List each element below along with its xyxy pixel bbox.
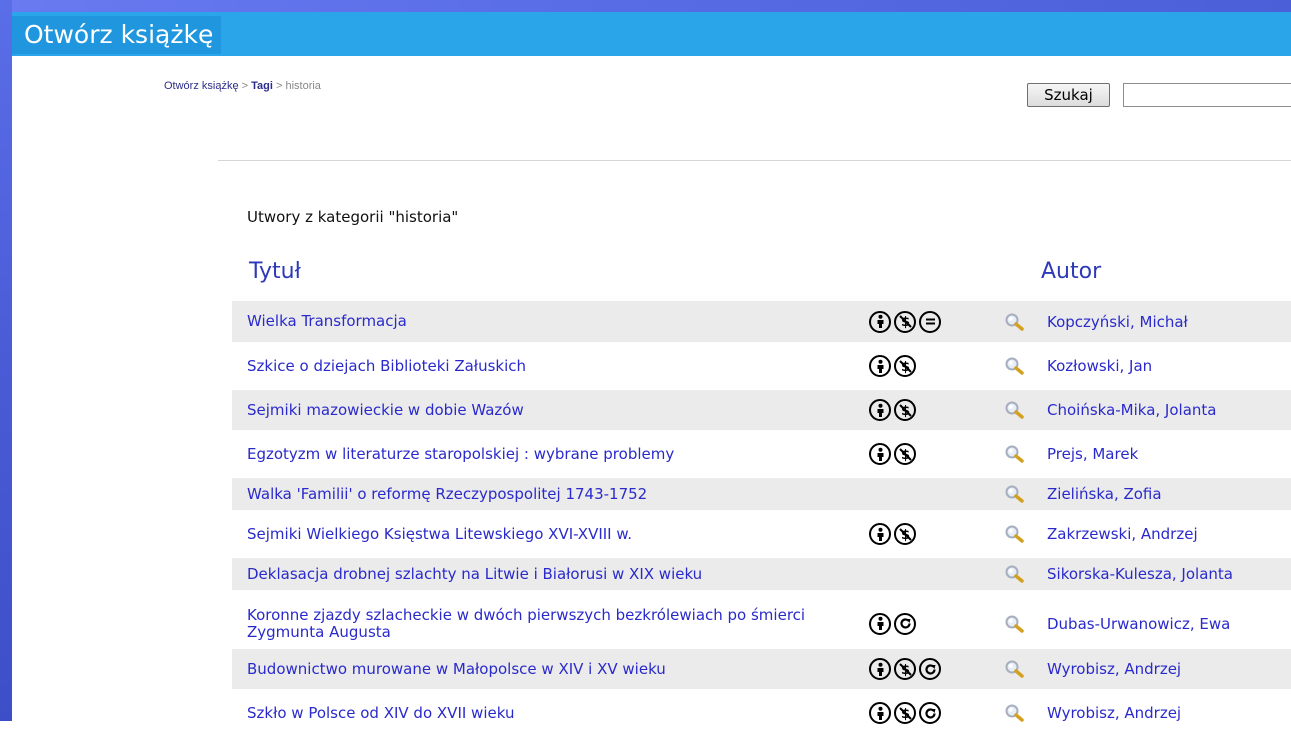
table-row: Egzotyzm w literaturze staropolskiej : w… [232, 434, 1291, 474]
book-title-link[interactable]: Sejmiki mazowieckie w dobie Wazów [247, 401, 887, 419]
author-link[interactable]: Zakrzewski, Andrzej [1047, 525, 1198, 543]
cc-nc-icon[interactable]: $ [894, 355, 916, 377]
book-title-link[interactable]: Wielka Transformacja [247, 313, 887, 330]
table-row: Sejmiki mazowieckie w dobie Wazów $ Choińs… [232, 390, 1291, 430]
book-title-link[interactable]: Walka 'Familii' o reformę Rzeczypospolit… [247, 485, 887, 503]
cc-by-icon[interactable] [869, 523, 891, 545]
column-header-title[interactable]: Tytuł [249, 259, 301, 284]
book-title-link[interactable]: Koronne zjazdy szlacheckie w dwóch pierw… [247, 606, 887, 641]
book-title-link[interactable]: Szkice o dziejach Biblioteki Załuskich [247, 357, 887, 375]
cc-by-icon[interactable] [869, 355, 891, 377]
table-row: Deklasacja drobnej szlachty na Litwie i … [232, 558, 1291, 590]
cc-nc-icon[interactable]: $ [894, 443, 916, 465]
author-link[interactable]: Wyrobisz, Andrzej [1047, 660, 1181, 678]
cc-nc-icon[interactable]: $ [894, 658, 916, 680]
breadcrumb-home[interactable]: Otwórz książkę [164, 80, 239, 92]
search-input[interactable] [1123, 83, 1291, 107]
magnifier-icon[interactable] [1004, 524, 1026, 544]
site-logo[interactable]: Otwórz książkę [12, 16, 222, 54]
author-link[interactable]: Sikorska-Kulesza, Jolanta [1047, 565, 1233, 583]
cc-sa-icon[interactable] [919, 658, 941, 680]
magnifier-icon[interactable] [1004, 484, 1026, 504]
author-link[interactable]: Choińska-Mika, Jolanta [1047, 401, 1216, 419]
cc-nc-icon[interactable]: $ [894, 399, 916, 421]
category-heading: Utwory z kategorii "historia" [247, 208, 459, 226]
book-title-link[interactable]: Deklasacja drobnej szlachty na Litwie i … [247, 565, 887, 583]
table-row: Walka 'Familii' o reformę Rzeczypospolit… [232, 478, 1291, 510]
license-icons: $ [869, 658, 941, 680]
table-row: Szkice o dziejach Biblioteki Załuskich $ K… [232, 346, 1291, 386]
table-row: Wielka Transformacja $ Kopczyński, Michał [232, 301, 1291, 342]
magnifier-icon[interactable] [1004, 400, 1026, 420]
cc-by-icon[interactable] [869, 658, 891, 680]
magnifier-icon[interactable] [1004, 356, 1026, 376]
book-title-link[interactable]: Egzotyzm w literaturze staropolskiej : w… [247, 445, 887, 463]
author-link[interactable]: Prejs, Marek [1047, 445, 1138, 463]
table-row: Sejmiki Wielkiego Księstwa Litewskiego X… [232, 514, 1291, 554]
author-link[interactable]: Zielińska, Zofia [1047, 485, 1162, 503]
license-icons [869, 612, 916, 635]
breadcrumb-separator: > [238, 80, 252, 92]
table-row: Koronne zjazdy szlacheckie w dwóch pierw… [232, 602, 1291, 645]
license-icons: $ [869, 355, 916, 377]
license-icons: $ [869, 310, 941, 333]
cc-by-icon[interactable] [869, 443, 891, 465]
cc-nc-icon[interactable]: $ [894, 523, 916, 545]
cc-by-icon[interactable] [869, 612, 891, 635]
book-title-link[interactable]: Szkło w Polsce od XIV do XVII wieku [247, 704, 887, 722]
author-link[interactable]: Kopczyński, Michał [1047, 313, 1188, 331]
magnifier-icon[interactable] [1004, 312, 1026, 332]
author-link[interactable]: Dubas-Urwanowicz, Ewa [1047, 615, 1230, 633]
license-icons: $ [869, 523, 916, 545]
magnifier-icon[interactable] [1004, 564, 1026, 584]
cc-by-icon[interactable] [869, 310, 891, 333]
book-title-link[interactable]: Budownictwo murowane w Małopolsce w XIV … [247, 660, 887, 678]
table-row: Budownictwo murowane w Małopolsce w XIV … [232, 649, 1291, 689]
divider [218, 160, 1291, 161]
table-row: Szkło w Polsce od XIV do XVII wieku$Wyro… [232, 693, 1291, 733]
magnifier-icon[interactable] [1004, 614, 1026, 634]
cc-nd-icon[interactable] [919, 310, 941, 333]
cc-by-icon[interactable] [869, 399, 891, 421]
window-frame-top [0, 0, 1291, 12]
window-frame-left [0, 0, 12, 721]
author-link[interactable]: Wyrobisz, Andrzej [1047, 704, 1181, 722]
magnifier-icon[interactable] [1004, 444, 1026, 464]
breadcrumb-separator: > [272, 80, 286, 92]
magnifier-icon[interactable] [1004, 703, 1026, 723]
magnifier-icon[interactable] [1004, 659, 1026, 679]
column-header-author[interactable]: Autor [1041, 259, 1101, 284]
breadcrumb: Otwórz książkę > Tagi > historia [164, 80, 321, 92]
cc-nc-icon[interactable]: $ [894, 310, 916, 333]
cc-sa-icon[interactable] [894, 612, 916, 635]
breadcrumb-current: historia [285, 80, 321, 92]
license-icons: $ [869, 443, 916, 465]
breadcrumb-tags[interactable]: Tagi [251, 80, 273, 92]
author-link[interactable]: Kozłowski, Jan [1047, 357, 1152, 375]
book-title-link[interactable]: Sejmiki Wielkiego Księstwa Litewskiego X… [247, 525, 887, 543]
search-button[interactable]: Szukaj [1027, 83, 1110, 107]
license-icons: $ [869, 399, 916, 421]
